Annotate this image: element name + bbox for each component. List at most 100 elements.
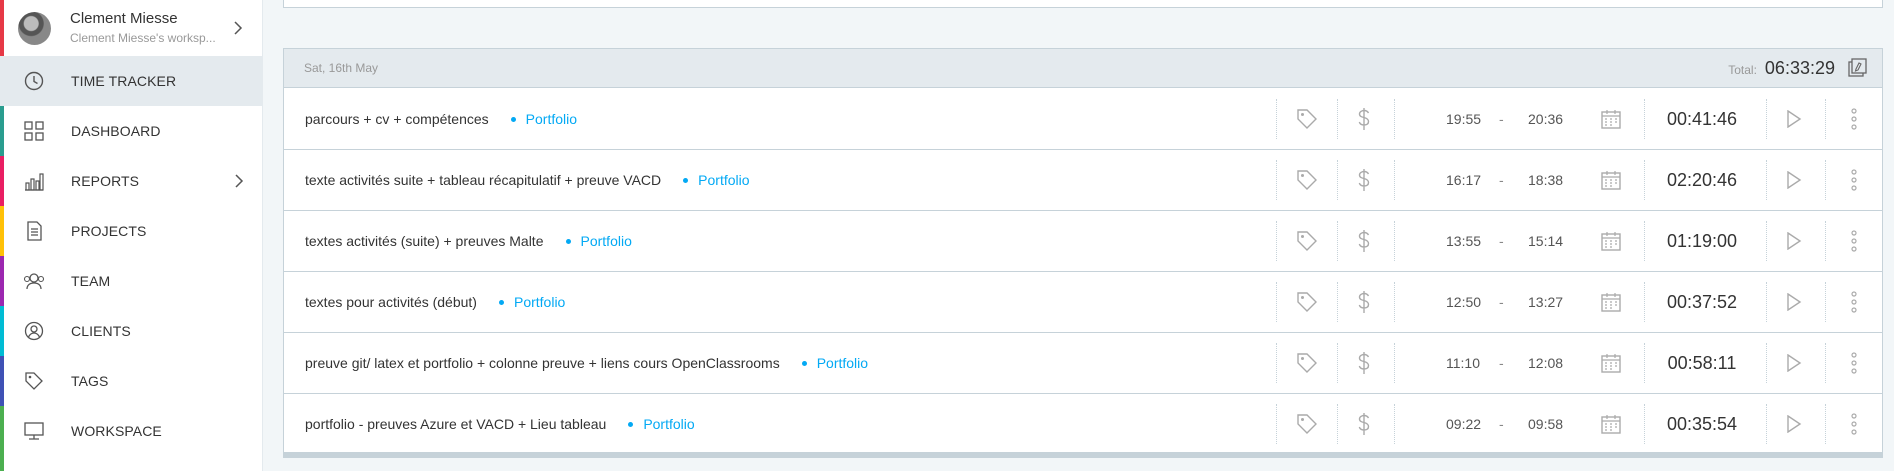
day-header: Sat, 16th May Total: 06:33:29 (284, 49, 1882, 88)
sidebar-item-projects[interactable]: PROJECTS (0, 206, 263, 256)
play-icon[interactable] (1774, 150, 1814, 210)
entry-duration[interactable]: 00:58:11 (1647, 333, 1757, 393)
tag-icon[interactable] (1287, 333, 1327, 393)
day-group: Sat, 16th May Total: 06:33:29 parcours +… (283, 48, 1883, 458)
sidebar-item-reports[interactable]: REPORTS (0, 156, 263, 206)
sidebar-item-label: DASHBOARD (71, 123, 161, 139)
calendar-icon[interactable] (1596, 89, 1626, 149)
entry-project[interactable]: Portfolio (643, 416, 694, 432)
divider (1276, 343, 1277, 383)
calendar-icon[interactable] (1596, 333, 1626, 393)
play-icon[interactable] (1774, 211, 1814, 271)
tag-icon[interactable] (1287, 272, 1327, 332)
sidebar-item-time-tracker[interactable]: TIME TRACKER (0, 56, 263, 106)
calendar-icon[interactable] (1596, 150, 1626, 210)
dashboard-icon (22, 119, 46, 143)
entry-description[interactable]: portfolio - preuves Azure et VACD + Lieu… (305, 416, 606, 432)
start-time[interactable]: 19:55 (1446, 89, 1481, 149)
time-entry-row: texte activités suite + tableau récapitu… (284, 150, 1882, 211)
calendar-icon[interactable] (1596, 211, 1626, 271)
start-time[interactable]: 09:22 (1446, 394, 1481, 454)
person-icon (22, 319, 46, 343)
start-time[interactable]: 16:17 (1446, 150, 1481, 210)
divider (1394, 160, 1395, 200)
more-options-icon[interactable] (1834, 89, 1874, 149)
calendar-icon[interactable] (1596, 272, 1626, 332)
divider (1825, 282, 1826, 322)
entry-duration[interactable]: 00:41:46 (1647, 89, 1757, 149)
entry-project[interactable]: Portfolio (817, 355, 868, 371)
start-time[interactable]: 11:10 (1446, 333, 1480, 393)
entry-project[interactable]: Portfolio (514, 294, 565, 310)
entry-project[interactable]: Portfolio (526, 111, 577, 127)
team-icon (22, 269, 46, 293)
entry-description[interactable]: texte activités suite + tableau récapitu… (305, 172, 661, 188)
more-options-icon[interactable] (1834, 333, 1874, 393)
bulk-edit-icon[interactable] (1847, 57, 1869, 79)
entry-description[interactable]: parcours + cv + compétences (305, 111, 489, 127)
time-separator: - (1499, 294, 1504, 310)
chevron-right-icon (227, 17, 249, 39)
billable-dollar-icon[interactable] (1344, 89, 1384, 149)
divider (1394, 404, 1395, 444)
entry-duration[interactable]: 00:35:54 (1647, 394, 1757, 454)
time-entry-row: parcours + cv + compétences Portfolio 19… (284, 89, 1882, 150)
sidebar-item-tags[interactable]: TAGS (0, 356, 263, 406)
entry-description[interactable]: preuve git/ latex et portfolio + colonne… (305, 355, 780, 371)
entry-project[interactable]: Portfolio (698, 172, 749, 188)
group-date: Sat, 16th May (304, 61, 379, 75)
divider (1394, 221, 1395, 261)
divider (1644, 404, 1645, 444)
tag-icon[interactable] (1287, 211, 1327, 271)
play-icon[interactable] (1774, 394, 1814, 454)
entry-description[interactable]: textes activités (suite) + preuves Malte (305, 233, 544, 249)
entry-duration[interactable]: 02:20:46 (1647, 150, 1757, 210)
billable-dollar-icon[interactable] (1344, 211, 1384, 271)
entry-duration[interactable]: 00:37:52 (1647, 272, 1757, 332)
play-icon[interactable] (1774, 272, 1814, 332)
chevron-right-icon (229, 171, 249, 191)
profile-name: Clement Miesse (70, 10, 178, 27)
play-icon[interactable] (1774, 89, 1814, 149)
sidebar-item-clients[interactable]: CLIENTS (0, 306, 263, 356)
project-dot (498, 299, 504, 305)
entry-duration[interactable]: 01:19:00 (1647, 211, 1757, 271)
end-time[interactable]: 12:08 (1528, 333, 1563, 393)
entry-description[interactable]: textes pour activités (début) (305, 294, 477, 310)
sidebar-item-team[interactable]: TEAM (0, 256, 263, 306)
end-time[interactable]: 15:14 (1528, 211, 1563, 271)
start-time[interactable]: 13:55 (1446, 211, 1481, 271)
divider (1825, 343, 1826, 383)
sidebar-item-dashboard[interactable]: DASHBOARD (0, 106, 263, 156)
tag-icon[interactable] (1287, 89, 1327, 149)
tag-icon[interactable] (1287, 150, 1327, 210)
end-time[interactable]: 18:38 (1528, 150, 1563, 210)
billable-dollar-icon[interactable] (1344, 272, 1384, 332)
avatar (18, 11, 51, 45)
time-entry-row: textes activités (suite) + preuves Malte… (284, 211, 1882, 272)
divider (1766, 99, 1767, 139)
end-time[interactable]: 20:36 (1528, 89, 1563, 149)
sidebar-item-workspace[interactable]: WORKSPACE (0, 406, 263, 456)
calendar-icon[interactable] (1596, 394, 1626, 454)
profile-menu[interactable]: Clement Miesse Clement Miesse's worksp..… (0, 0, 263, 56)
more-options-icon[interactable] (1834, 150, 1874, 210)
billable-dollar-icon[interactable] (1344, 333, 1384, 393)
more-options-icon[interactable] (1834, 394, 1874, 454)
billable-dollar-icon[interactable] (1344, 394, 1384, 454)
more-options-icon[interactable] (1834, 272, 1874, 332)
time-entry-row: textes pour activités (début) Portfolio … (284, 272, 1882, 333)
tag-icon[interactable] (1287, 394, 1327, 454)
time-separator: - (1499, 233, 1504, 249)
project-dot (565, 238, 571, 244)
play-icon[interactable] (1774, 333, 1814, 393)
start-time[interactable]: 12:50 (1446, 272, 1481, 332)
entry-project[interactable]: Portfolio (581, 233, 632, 249)
more-options-icon[interactable] (1834, 211, 1874, 271)
end-time[interactable]: 09:58 (1528, 394, 1563, 454)
sidebar-item-label: PROJECTS (71, 223, 147, 239)
billable-dollar-icon[interactable] (1344, 150, 1384, 210)
end-time[interactable]: 13:27 (1528, 272, 1563, 332)
project-dot (628, 421, 634, 427)
divider (1394, 343, 1395, 383)
